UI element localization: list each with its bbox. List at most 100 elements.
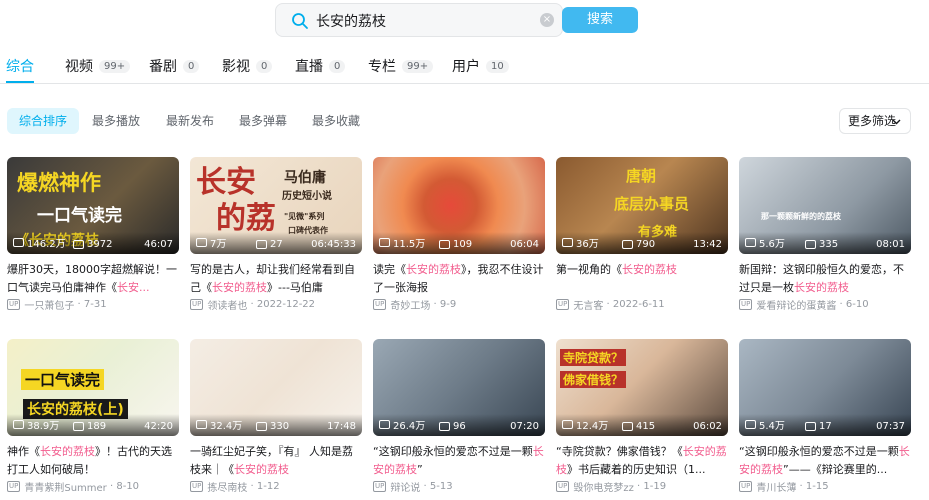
search-button[interactable]: 搜索: [562, 7, 638, 33]
video-title[interactable]: 一骑红尘妃子笑，『有』 人知是荔枝来｜《长安的荔枝: [190, 443, 362, 479]
tab-user[interactable]: 用户 10: [452, 56, 509, 76]
video-thumbnail[interactable]: 5.4万 17 07:37: [739, 339, 911, 436]
filter-most-favorited[interactable]: 最多收藏: [300, 108, 372, 134]
up-icon: UP: [373, 481, 387, 492]
video-thumbnail[interactable]: 11.5万 109 06:04: [373, 157, 545, 254]
filter-default[interactable]: 综合排序: [7, 108, 80, 134]
video-title[interactable]: 新国辩：这钢印般恒久的爱恋，不过只是一枚长安的荔枝: [739, 261, 911, 297]
video-thumbnail[interactable]: 唐朝底层办事员有多难 36万 790 13:42: [556, 157, 728, 254]
keyword-highlight: 长安的荔枝: [234, 463, 289, 476]
up-icon: UP: [556, 299, 570, 310]
chevron-down-icon: [892, 119, 901, 125]
separator: ·: [603, 299, 613, 310]
video-title[interactable]: 第一视角的《长安的荔枝: [556, 261, 728, 297]
video-thumbnail[interactable]: 26.4万 96 07:20: [373, 339, 545, 436]
filter-most-played[interactable]: 最多播放: [80, 108, 152, 134]
video-duration: 42:20: [144, 421, 173, 432]
video-thumbnail[interactable]: 长安 的荔 马伯庸 历史短小说 "见微"系列 口碑代表作 7万 27 06:45:33: [190, 157, 362, 254]
danmaku-count: 189: [73, 421, 106, 432]
play-icon: [196, 420, 207, 429]
play-icon: [13, 238, 24, 247]
video-duration: 06:04: [510, 239, 539, 250]
video-thumbnail[interactable]: 寺院贷款？ 佛家借钱？ 12.4万 415 06:02: [556, 339, 728, 436]
search-input[interactable]: 长安的荔枝: [316, 11, 386, 31]
separator: ·: [247, 299, 257, 310]
play-count: 146.2万: [13, 235, 66, 250]
keyword-highlight: 长安的荔枝: [794, 281, 849, 294]
filter-newest[interactable]: 最新发布: [154, 108, 226, 134]
video-title[interactable]: 神作《长安的荔枝》！古代的天选打工人如何破局！: [7, 443, 179, 479]
video-title[interactable]: 读完《长安的荔枝》，我忍不住设计了一张海报: [373, 261, 545, 297]
tab-column[interactable]: 专栏 99+: [368, 56, 434, 76]
video-duration: 13:42: [693, 239, 722, 250]
danmaku-icon: [256, 422, 267, 431]
active-tab-indicator: [6, 81, 34, 83]
thumbnail-caption: 马伯庸: [284, 170, 326, 186]
search-box[interactable]: 长安的荔枝 ×: [275, 3, 563, 37]
video-author[interactable]: UP 一只萧包子 · 7-31: [7, 297, 107, 312]
tab-count: 10: [486, 59, 509, 73]
danmaku-count: 3972: [73, 239, 112, 250]
danmaku-icon: [622, 422, 633, 431]
keyword-highlight: 长安的荔枝: [406, 263, 461, 276]
separator: ·: [796, 481, 806, 492]
video-author[interactable]: UP 辩论说 · 5-13: [373, 479, 453, 494]
tab-live[interactable]: 直播 0: [295, 56, 346, 76]
video-author[interactable]: UP 青川长薄 · 1-15: [739, 479, 829, 494]
search-icon: [292, 13, 308, 29]
video-author[interactable]: UP 无言客 · 2022-6-11: [556, 297, 665, 312]
video-title[interactable]: “寺院贷款？佛家借钱？《长安的荔枝》书后藏着的历史知识（1...: [556, 443, 728, 479]
up-icon: UP: [7, 299, 21, 310]
video-thumbnail[interactable]: 一口气读完 长安的荔枝(上) 38.9万 189 42:20: [7, 339, 179, 436]
tab-bangumi[interactable]: 番剧 0: [149, 56, 200, 76]
danmaku-icon: [622, 240, 633, 249]
video-thumbnail[interactable]: 爆燃神作一口气读完《长安的荔枝 146.2万 3972 46:07: [7, 157, 179, 254]
tab-video[interactable]: 视频 99+: [65, 56, 131, 76]
danmaku-icon: [805, 422, 816, 431]
keyword-highlight: 长安的荔枝: [40, 445, 95, 458]
video-thumbnail[interactable]: 那一颗颗新鲜的的荔枝 5.6万 335 08:01: [739, 157, 911, 254]
danmaku-count: 330: [256, 421, 289, 432]
tab-count: 0: [183, 59, 200, 73]
video-author[interactable]: UP 领读者也 · 2022-12-22: [190, 297, 315, 312]
play-icon: [13, 420, 24, 429]
video-author[interactable]: UP 青青紫荆Summer · 8-10: [7, 479, 139, 494]
danmaku-icon: [73, 240, 84, 249]
up-icon: UP: [7, 481, 21, 492]
play-count: 26.4万: [379, 417, 425, 432]
tab-film[interactable]: 影视 0: [222, 56, 273, 76]
play-icon: [745, 420, 756, 429]
tab-count: 0: [256, 59, 273, 73]
video-title[interactable]: “这钢印般永恒的爱恋不过是一颗长安的荔枝”——《辩论赛里的...: [739, 443, 911, 479]
video-title[interactable]: “这钢印般永恒的爱恋不过是一颗长安的荔枝”: [373, 443, 545, 479]
more-filters-button[interactable]: 更多筛选: [839, 108, 911, 134]
video-author[interactable]: UP 毁你电竞梦zz · 1-19: [556, 479, 666, 494]
thumbnail-caption: 寺院贷款？: [560, 349, 627, 366]
play-count: 38.9万: [13, 417, 59, 432]
video-author[interactable]: UP 奇妙工场 · 9-9: [373, 297, 456, 312]
video-author[interactable]: UP 拣尽南枝 · 1-12: [190, 479, 280, 494]
video-author[interactable]: UP 爱看辩论的蛋黄酱 · 6-10: [739, 297, 869, 312]
video-title[interactable]: 写的是古人，却让我们经常看到自己《长安的荔枝》---马伯庸: [190, 261, 362, 297]
thumbnail-caption: 一口气读完: [21, 369, 105, 390]
thumbnail-caption: 那一颗颗新鲜的的荔枝: [761, 212, 841, 221]
play-icon: [196, 238, 207, 247]
play-count: 5.4万: [745, 417, 785, 432]
filter-most-danmaku[interactable]: 最多弹幕: [227, 108, 299, 134]
thumbnail-caption: "见微"系列: [284, 212, 325, 221]
play-count: 7万: [196, 235, 226, 250]
tab-all[interactable]: 综合: [6, 56, 34, 76]
play-count: 12.4万: [562, 417, 608, 432]
up-icon: UP: [190, 299, 204, 310]
separator: ·: [420, 481, 430, 492]
danmaku-count: 17: [805, 421, 832, 432]
danmaku-count: 790: [622, 239, 655, 250]
clear-icon[interactable]: ×: [540, 13, 554, 27]
video-thumbnail[interactable]: 32.4万 330 17:48: [190, 339, 362, 436]
video-title[interactable]: 爆肝30天，18000字超燃解说！一口气读完马伯庸神作《长安...: [7, 261, 179, 297]
video-duration: 07:37: [876, 421, 905, 432]
video-duration: 06:02: [693, 421, 722, 432]
up-icon: UP: [739, 299, 753, 310]
play-icon: [379, 420, 390, 429]
keyword-highlight: 长安的荔枝: [622, 263, 677, 276]
